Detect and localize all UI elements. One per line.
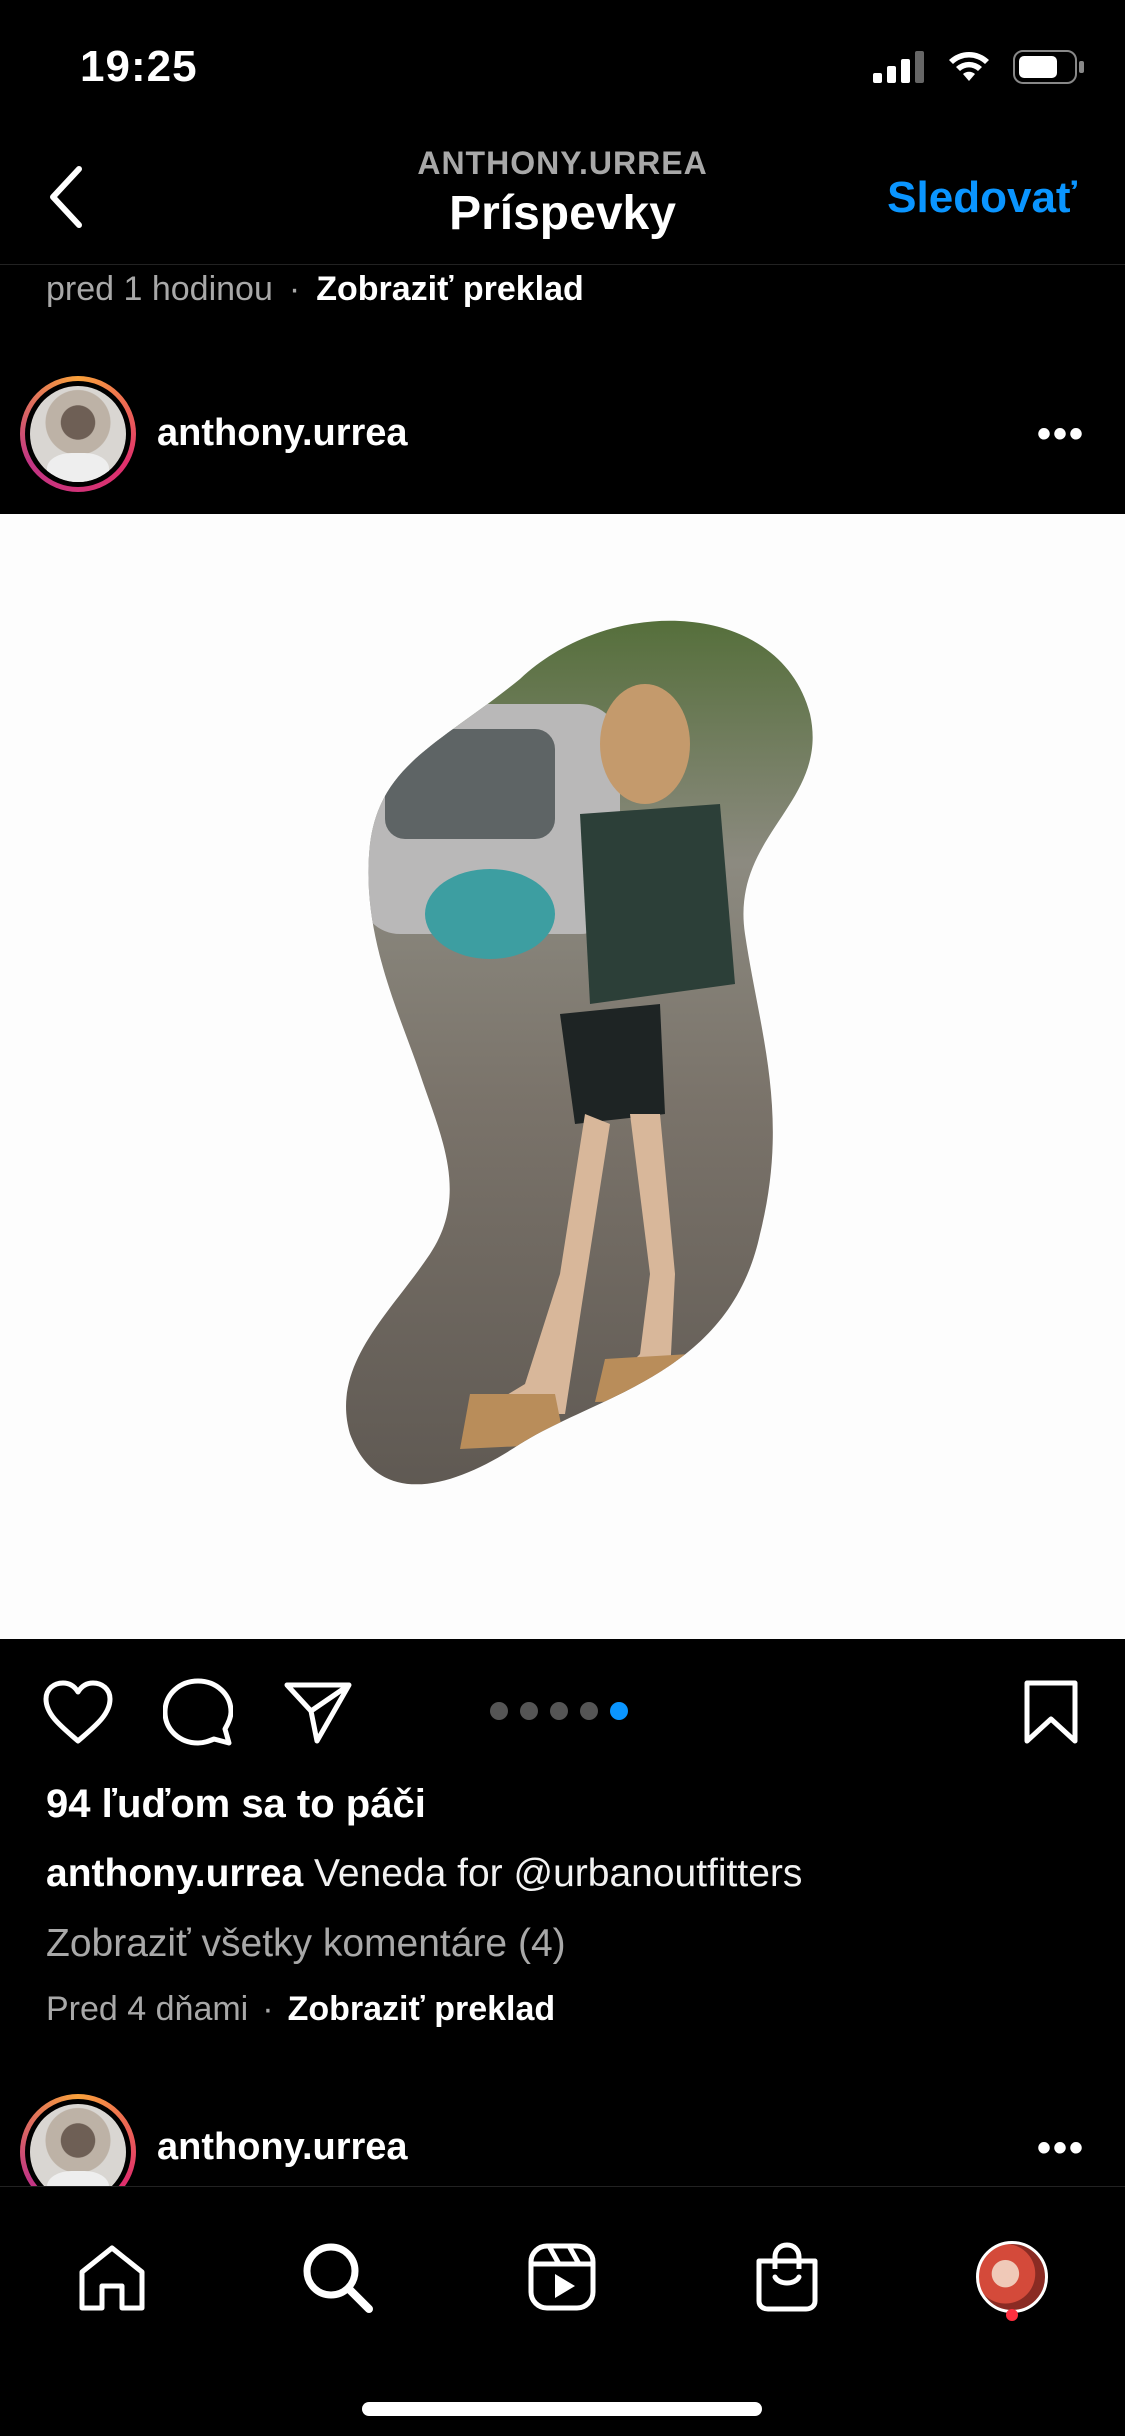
home-indicator — [362, 2402, 762, 2416]
bottom-tab-bar — [0, 2186, 1125, 2436]
carousel-dot-active — [610, 1702, 628, 1720]
avatar — [30, 386, 126, 482]
tab-home[interactable] — [62, 2227, 162, 2327]
tab-search[interactable] — [287, 2227, 387, 2327]
home-icon — [79, 2245, 145, 2311]
carousel-dot — [550, 1702, 568, 1720]
tab-reels[interactable] — [512, 2227, 612, 2327]
avatar — [30, 2104, 126, 2190]
profile-avatar — [976, 2241, 1048, 2313]
next-post-header: anthony.urrea ••• — [0, 2090, 1125, 2190]
post-meta: Pred 4 dňami · Zobraziť preklad — [46, 1990, 555, 2029]
post-action-bar — [0, 1672, 1125, 1752]
save-button[interactable] — [1011, 1672, 1091, 1752]
more-options-button[interactable]: ••• — [1037, 412, 1085, 457]
reels-icon — [528, 2243, 596, 2311]
post-time: Pred 4 dňami — [46, 1990, 249, 2028]
nav-header: ANTHONY.URREA Príspevky Sledovať — [0, 135, 1125, 265]
translate-link[interactable]: Zobraziť preklad — [288, 1990, 556, 2029]
shop-icon — [756, 2242, 818, 2312]
notification-dot — [1006, 2309, 1018, 2321]
share-button[interactable] — [278, 1672, 358, 1752]
status-bar: 19:25 — [0, 0, 1125, 135]
story-ring[interactable] — [20, 376, 136, 492]
comment-icon — [163, 1678, 233, 1746]
previous-post-meta: pred 1 hodinou · Zobraziť preklad — [46, 270, 584, 309]
send-icon — [284, 1682, 352, 1744]
bookmark-icon — [1024, 1680, 1078, 1744]
post-image[interactable] — [0, 514, 1125, 1639]
follow-button[interactable]: Sledovať — [887, 173, 1077, 223]
tab-shop[interactable] — [737, 2227, 837, 2327]
carousel-dot — [490, 1702, 508, 1720]
post-caption: anthony.urrea Veneda for @urbanoutfitter… — [46, 1852, 802, 1896]
search-icon — [303, 2243, 373, 2313]
status-icons — [873, 50, 1085, 84]
carousel-indicator — [490, 1702, 628, 1720]
separator-dot: · — [288, 270, 301, 308]
status-time: 19:25 — [80, 42, 198, 91]
previous-post-time: pred 1 hodinou — [46, 270, 273, 308]
previous-post-translate-link[interactable]: Zobraziť preklad — [316, 270, 584, 309]
cellular-signal-icon — [873, 51, 924, 83]
post-header: anthony.urrea ••• — [0, 368, 1125, 498]
wifi-icon — [949, 52, 989, 81]
comment-button[interactable] — [158, 1672, 238, 1752]
carousel-dot — [520, 1702, 538, 1720]
separator-dot: · — [262, 1990, 274, 2028]
caption-username[interactable]: anthony.urrea — [46, 1852, 303, 1895]
carousel-dot — [580, 1702, 598, 1720]
battery-icon — [1013, 50, 1084, 84]
post-photo-cutout — [346, 620, 813, 1485]
post-username[interactable]: anthony.urrea — [157, 412, 408, 455]
next-story-ring[interactable] — [20, 2094, 136, 2190]
caption-text: Veneda for @urbanoutfitters — [314, 1852, 803, 1895]
view-all-comments-link[interactable]: Zobraziť všetky komentáre (4) — [46, 1922, 566, 1966]
next-more-options-button[interactable]: ••• — [1037, 2126, 1085, 2171]
next-post-username[interactable]: anthony.urrea — [157, 2126, 408, 2169]
heart-icon — [43, 1680, 113, 1744]
like-button[interactable] — [38, 1672, 118, 1752]
likes-count[interactable]: 94 ľuďom sa to páči — [46, 1782, 426, 1827]
